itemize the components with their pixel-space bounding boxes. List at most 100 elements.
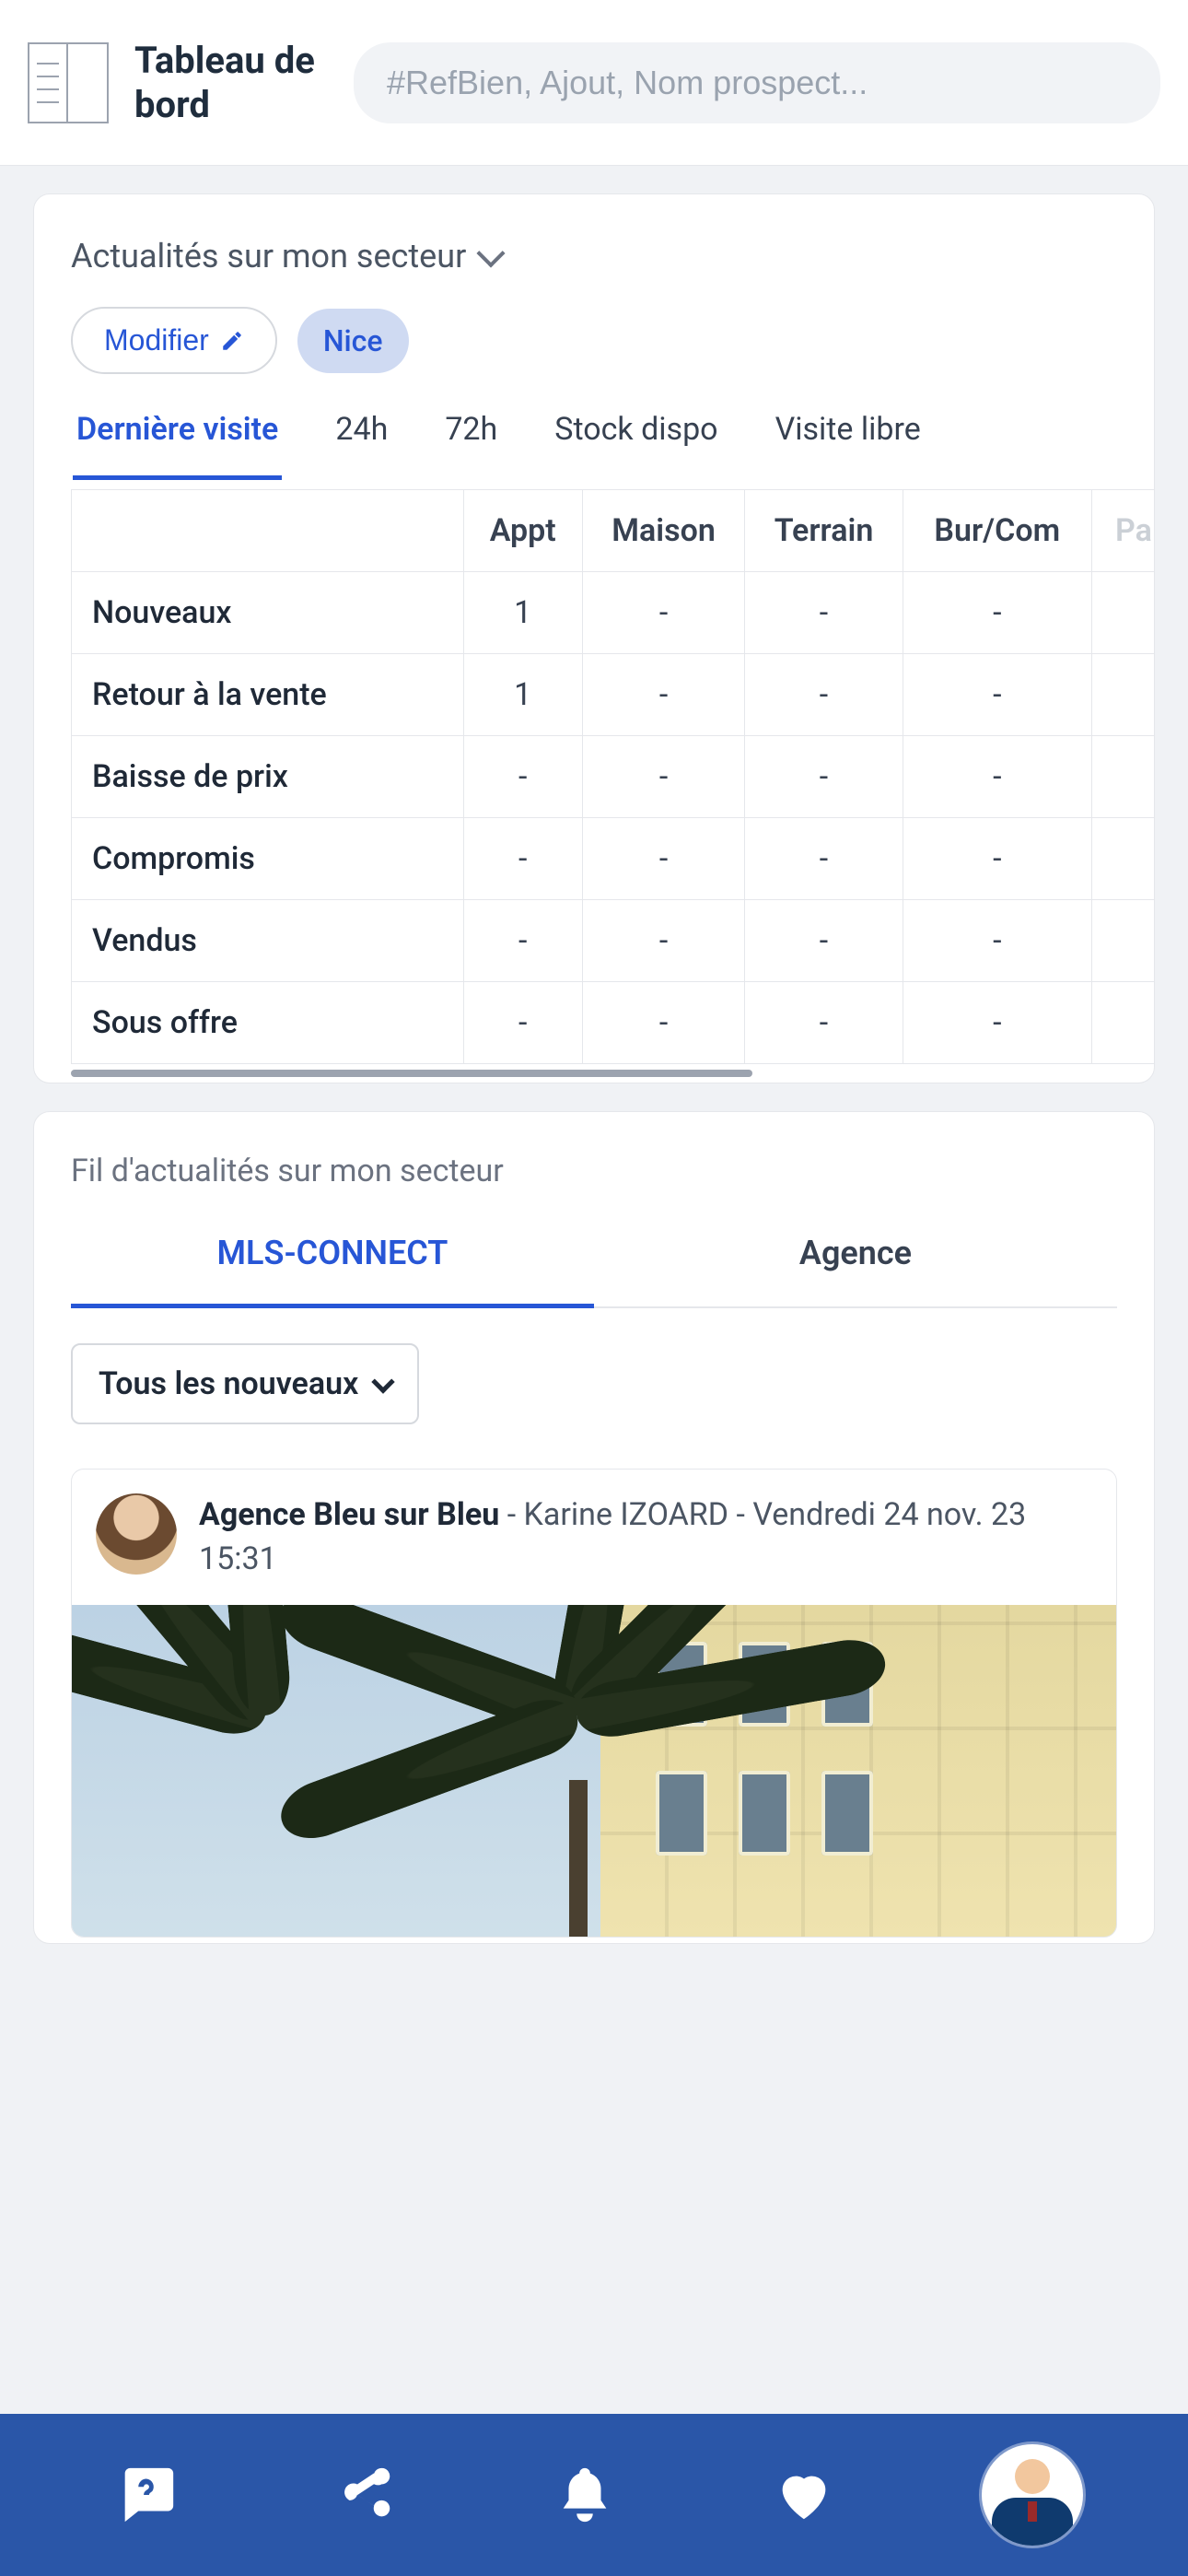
cell: - — [745, 900, 903, 982]
sector-news-title: Actualités sur mon secteur — [71, 237, 466, 275]
cell: - — [903, 572, 1091, 654]
post-meta: Agence Bleu sur Bleu - Karine IZOARD - V… — [199, 1493, 1092, 1581]
post-image[interactable] — [72, 1605, 1116, 1937]
col-burcom: Bur/Com — [903, 490, 1091, 572]
table-row: Vendus---- — [72, 900, 1155, 982]
cell: - — [463, 900, 582, 982]
cell — [1092, 654, 1155, 736]
heart-icon — [772, 2463, 836, 2527]
cell: - — [463, 818, 582, 900]
cell: - — [903, 736, 1091, 818]
cell: - — [903, 982, 1091, 1064]
feed-filter-label: Tous les nouveaux — [99, 1365, 358, 1402]
cell: - — [582, 654, 745, 736]
col-terrain: Terrain — [745, 490, 903, 572]
profile-avatar-icon — [992, 2459, 1073, 2546]
feed-title: Fil d'actualités sur mon secteur — [71, 1153, 1117, 1189]
tab-label: MLS-CONNECT — [217, 1234, 448, 1272]
cell: - — [903, 900, 1091, 982]
feed-card: Fil d'actualités sur mon secteur MLS-CON… — [33, 1111, 1155, 1944]
cell: - — [745, 818, 903, 900]
bell-icon — [553, 2463, 617, 2527]
col-appt: Appt — [463, 490, 582, 572]
cell: - — [745, 572, 903, 654]
cell: - — [745, 982, 903, 1064]
feed-post[interactable]: Agence Bleu sur Bleu - Karine IZOARD - V… — [71, 1469, 1117, 1938]
row-label: Compromis — [72, 818, 464, 900]
cell: 1 — [463, 654, 582, 736]
cell: - — [582, 900, 745, 982]
cell: - — [582, 982, 745, 1064]
search-input[interactable] — [354, 42, 1160, 123]
post-author: Karine IZOARD — [524, 1496, 729, 1533]
tab-visite-libre[interactable]: Visite libre — [772, 402, 925, 475]
tab-label: Visite libre — [775, 411, 921, 448]
horizontal-scroll-indicator[interactable] — [71, 1070, 752, 1077]
feed-filter-select[interactable]: Tous les nouveaux — [71, 1343, 419, 1424]
cell: - — [745, 736, 903, 818]
cell: - — [745, 654, 903, 736]
time-tabs: Dernière visite 24h 72h Stock dispo Visi… — [71, 402, 1117, 480]
col-maison: Maison — [582, 490, 745, 572]
row-label: Nouveaux — [72, 572, 464, 654]
modify-button-label: Modifier — [104, 323, 209, 357]
table-row: Retour à la vente1--- — [72, 654, 1155, 736]
row-label: Baisse de prix — [72, 736, 464, 818]
tab-label: 24h — [335, 411, 388, 448]
cell: - — [903, 654, 1091, 736]
page-title: Tableau de bord — [134, 39, 328, 127]
nav-profile[interactable] — [982, 2444, 1083, 2546]
bottom-nav — [0, 2414, 1188, 2576]
tab-label: Agence — [799, 1234, 912, 1272]
tab-mls-connect[interactable]: MLS-CONNECT — [71, 1228, 594, 1308]
cell — [1092, 572, 1155, 654]
cell — [1092, 982, 1155, 1064]
table-row: Compromis---- — [72, 818, 1155, 900]
table-row: Baisse de prix---- — [72, 736, 1155, 818]
cell: - — [463, 736, 582, 818]
tab-72h[interactable]: 72h — [441, 402, 501, 475]
col-extra: Pa — [1092, 490, 1155, 572]
cell: 1 — [463, 572, 582, 654]
table-row: Sous offre---- — [72, 982, 1155, 1064]
cell: - — [903, 818, 1091, 900]
nav-favorites[interactable] — [763, 2453, 845, 2536]
sector-news-dropdown[interactable]: Actualités sur mon secteur — [71, 237, 1117, 275]
help-icon — [114, 2463, 179, 2527]
tab-agence[interactable]: Agence — [594, 1228, 1117, 1308]
cell — [1092, 818, 1155, 900]
cell — [1092, 900, 1155, 982]
cell — [1092, 736, 1155, 818]
tab-derniere-visite[interactable]: Dernière visite — [73, 402, 282, 480]
modify-button[interactable]: Modifier — [71, 307, 277, 374]
chevron-down-icon — [477, 239, 506, 267]
table-corner — [72, 490, 464, 572]
sector-table: Appt Maison Terrain Bur/Com Pa Nouveaux1… — [71, 489, 1154, 1064]
app-header: Tableau de bord — [0, 0, 1188, 166]
cell: - — [582, 818, 745, 900]
location-chip[interactable]: Nice — [297, 309, 409, 373]
row-label: Retour à la vente — [72, 654, 464, 736]
tab-label: Dernière visite — [76, 411, 278, 448]
cell: - — [582, 572, 745, 654]
tab-stock-dispo[interactable]: Stock dispo — [551, 402, 721, 475]
cell: - — [582, 736, 745, 818]
nav-notifications[interactable] — [543, 2453, 626, 2536]
post-agency: Agence Bleu sur Bleu — [199, 1496, 499, 1533]
post-header: Agence Bleu sur Bleu - Karine IZOARD - V… — [72, 1469, 1116, 1605]
pencil-icon — [220, 329, 244, 353]
sector-news-card: Actualités sur mon secteur Modifier Nice… — [33, 193, 1155, 1083]
chevron-down-icon — [372, 1370, 395, 1393]
share-icon — [333, 2463, 398, 2527]
nav-share[interactable] — [324, 2453, 407, 2536]
nav-help[interactable] — [105, 2453, 188, 2536]
tab-label: 72h — [445, 411, 497, 448]
table-row: Nouveaux1--- — [72, 572, 1155, 654]
sector-table-scroll[interactable]: Appt Maison Terrain Bur/Com Pa Nouveaux1… — [34, 489, 1154, 1070]
author-avatar[interactable] — [96, 1493, 177, 1575]
cell: - — [463, 982, 582, 1064]
app-logo-icon — [28, 42, 109, 123]
tab-24h[interactable]: 24h — [332, 402, 391, 475]
row-label: Sous offre — [72, 982, 464, 1064]
row-label: Vendus — [72, 900, 464, 982]
